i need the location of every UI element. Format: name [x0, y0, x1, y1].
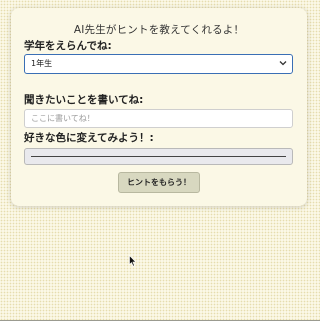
grade-select[interactable]: 1年生: [24, 54, 293, 74]
hint-form-card: AI先生がヒントを教えてくれるよ！ 学年をえらんでね: 1年生 聞きたいことを書…: [11, 8, 307, 206]
question-label: 聞きたいことを書いてね:: [24, 94, 144, 106]
grade-label: 学年をえらんでね:: [24, 40, 112, 52]
mouse-cursor-icon: [129, 255, 137, 267]
question-placeholder: ここに書いてね！: [31, 114, 95, 123]
color-picker[interactable]: [24, 148, 293, 165]
grade-selected-value: 1年生: [31, 59, 53, 68]
question-input[interactable]: ここに書いてね！: [24, 109, 293, 128]
form-title: AI先生がヒントを教えてくれるよ！: [73, 24, 245, 36]
chevron-down-icon: [279, 61, 287, 66]
color-swatch: [31, 156, 286, 157]
color-label: 好きな色に変えてみよう！:: [24, 132, 154, 144]
get-hint-button[interactable]: ヒントをもらう！: [118, 172, 200, 193]
